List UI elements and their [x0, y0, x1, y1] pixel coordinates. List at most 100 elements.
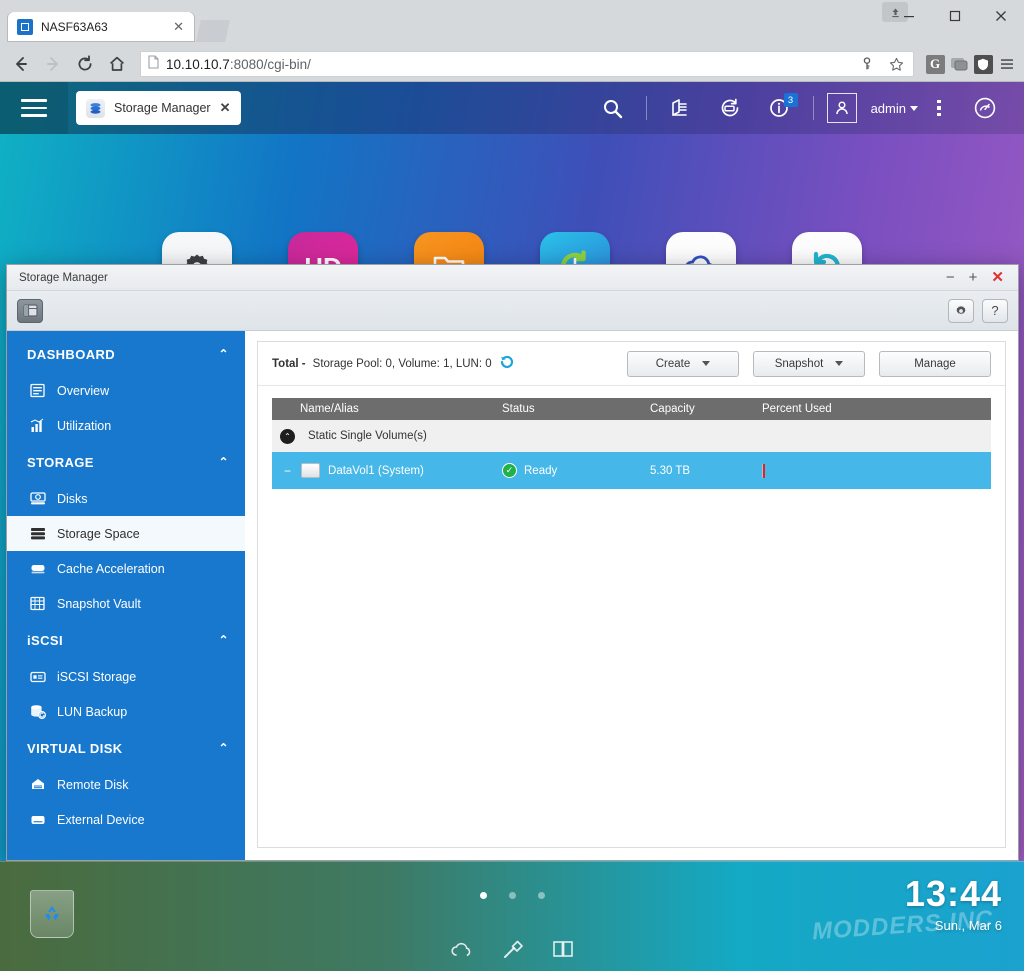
utilization-chart-icon [29, 417, 46, 434]
nav-group-virtual-disk[interactable]: VIRTUAL DISK ⌃ [7, 729, 245, 767]
search-icon[interactable] [588, 82, 638, 134]
chrome-menu-icon[interactable] [996, 53, 1018, 75]
dock-clock: 13:44 Sun., Mar 6 [904, 873, 1002, 934]
shield-extension-icon[interactable] [972, 53, 994, 75]
app-tab-storage-manager[interactable]: Storage Manager ✕ [76, 91, 241, 125]
grammarly-extension-icon[interactable]: G [924, 53, 946, 75]
refresh-icon[interactable] [499, 354, 515, 373]
address-bar-url: 10.10.10.7:8080/cgi-bin/ [166, 57, 311, 72]
row-status-label: Ready [524, 464, 558, 477]
table-header-row: Name/Alias Status Capacity Percent Used [272, 398, 991, 420]
row-status-cell: ✓ Ready [502, 463, 650, 478]
window-minimize-button[interactable]: − [946, 270, 955, 285]
window-close-button[interactable]: ✕ [991, 270, 1004, 285]
sidebar: DASHBOARD ⌃ Overview Utilization STORAGE… [7, 331, 245, 860]
status-ok-icon: ✓ [502, 463, 517, 478]
sidebar-item-lun-backup[interactable]: LUN Backup [7, 694, 245, 729]
snapshot-button-label: Snapshot [774, 357, 824, 370]
create-button-label: Create [655, 357, 691, 370]
window-body: DASHBOARD ⌃ Overview Utilization STORAGE… [7, 331, 1018, 860]
summary-text: Storage Pool: 0, Volume: 1, LUN: 0 [312, 357, 492, 370]
manual-icon[interactable] [552, 940, 574, 965]
star-icon[interactable] [885, 53, 907, 75]
nav-group-storage[interactable]: STORAGE ⌃ [7, 443, 245, 481]
home-icon[interactable] [102, 49, 132, 79]
app-tab-label: Storage Manager [114, 101, 211, 115]
notifications-icon[interactable]: 3 [755, 82, 805, 134]
desktop-dock: 13:44 Sun., Mar 6 MODDERS INC [0, 861, 1024, 971]
usage-bar [762, 463, 765, 478]
column-header-status[interactable]: Status [502, 403, 650, 415]
app-tab-close-icon[interactable]: ✕ [220, 100, 231, 116]
reload-icon[interactable] [70, 49, 100, 79]
user-avatar-icon[interactable] [822, 82, 862, 134]
expand-row-icon[interactable]: − [284, 464, 291, 478]
page-dot-1[interactable] [479, 892, 487, 899]
browser-tab-close-icon[interactable]: ✕ [173, 19, 184, 35]
column-header-percent-used[interactable]: Percent Used [762, 403, 991, 415]
dashboard-gauge-icon[interactable] [960, 82, 1010, 134]
browser-tab-title: NASF63A63 [41, 20, 108, 34]
sidebar-item-label: Cache Acceleration [57, 561, 165, 576]
clock-time: 13:44 [904, 873, 1002, 914]
sidebar-item-iscsi-storage[interactable]: iSCSI Storage [7, 659, 245, 694]
browser-minimize-button[interactable] [886, 0, 932, 32]
sidebar-item-label: Disks [57, 491, 88, 506]
create-button[interactable]: Create [627, 350, 739, 377]
column-header-capacity[interactable]: Capacity [650, 403, 762, 415]
collapse-group-icon[interactable]: ⌃ [280, 428, 295, 444]
table-group-row[interactable]: ⌃ Static Single Volume(s) [272, 420, 991, 452]
external-device-icon[interactable] [705, 82, 755, 134]
new-tab-button[interactable] [196, 20, 230, 42]
url-host: 10.10.10.7 [166, 56, 230, 72]
sidebar-item-disks[interactable]: Disks [7, 481, 245, 516]
browser-tab[interactable]: NASF63A63 ✕ [8, 12, 194, 42]
sidebar-item-label: Utilization [57, 418, 112, 433]
sidebar-item-utilization[interactable]: Utilization [7, 408, 245, 443]
browser-chrome: NASF63A63 ✕ 10.10.10.7:8080/cgi-bin/ G [0, 0, 1024, 82]
gear-icon[interactable] [948, 298, 974, 323]
chevron-down-icon [910, 105, 918, 111]
sidebar-item-storage-space[interactable]: Storage Space [7, 516, 245, 551]
page-dot-3[interactable] [537, 892, 545, 899]
nav-group-iscsi[interactable]: iSCSI ⌃ [7, 621, 245, 659]
key-icon[interactable] [856, 53, 878, 75]
sidebar-item-label: LUN Backup [57, 704, 128, 719]
background-tasks-icon[interactable] [655, 82, 705, 134]
sidebar-item-remote-disk[interactable]: Remote Disk [7, 767, 245, 802]
kebab-menu-icon[interactable] [918, 82, 960, 134]
browser-maximize-button[interactable] [932, 0, 978, 32]
manage-button[interactable]: Manage [879, 350, 991, 377]
table-row[interactable]: − DataVol1 (System) ✓ Ready 5.30 TB [272, 452, 991, 489]
sidebar-item-label: Snapshot Vault [57, 596, 141, 611]
nav-group-dashboard[interactable]: DASHBOARD ⌃ [7, 335, 245, 373]
snapshot-button[interactable]: Snapshot [753, 350, 865, 377]
nas-header-icons: 3 admin [588, 82, 1024, 134]
tools-icon[interactable] [502, 940, 524, 965]
qcloud-icon[interactable] [450, 940, 474, 965]
sidebar-item-label: Remote Disk [57, 777, 129, 792]
sidebar-item-external-device[interactable]: External Device [7, 802, 245, 837]
window-controls: − + ✕ [946, 270, 1012, 285]
browser-close-button[interactable] [978, 0, 1024, 32]
window-titlebar[interactable]: Storage Manager − + ✕ [7, 265, 1018, 291]
hamburger-menu-icon[interactable] [0, 82, 68, 134]
column-header-name[interactable]: Name/Alias [272, 403, 502, 415]
sidebar-item-cache-acceleration[interactable]: Cache Acceleration [7, 551, 245, 586]
chevron-down-icon [702, 361, 711, 366]
page-dot-2[interactable] [508, 892, 516, 899]
adblock-extension-icon[interactable] [948, 53, 970, 75]
user-menu[interactable]: admin [862, 82, 918, 134]
help-button[interactable]: ? [982, 298, 1008, 323]
summary-prefix: Total - [272, 357, 306, 370]
row-capacity-cell: 5.30 TB [650, 464, 691, 477]
forward-arrow-icon[interactable] [38, 49, 68, 79]
nas-desktop: HD Storage Manager [0, 82, 1024, 971]
back-arrow-icon[interactable] [6, 49, 36, 79]
sidebar-item-label: Storage Space [57, 526, 140, 541]
window-maximize-button[interactable]: + [969, 270, 978, 285]
panel-toggle-icon[interactable] [17, 298, 43, 323]
sidebar-item-overview[interactable]: Overview [7, 373, 245, 408]
address-bar[interactable]: 10.10.10.7:8080/cgi-bin/ [140, 51, 914, 77]
sidebar-item-snapshot-vault[interactable]: Snapshot Vault [7, 586, 245, 621]
